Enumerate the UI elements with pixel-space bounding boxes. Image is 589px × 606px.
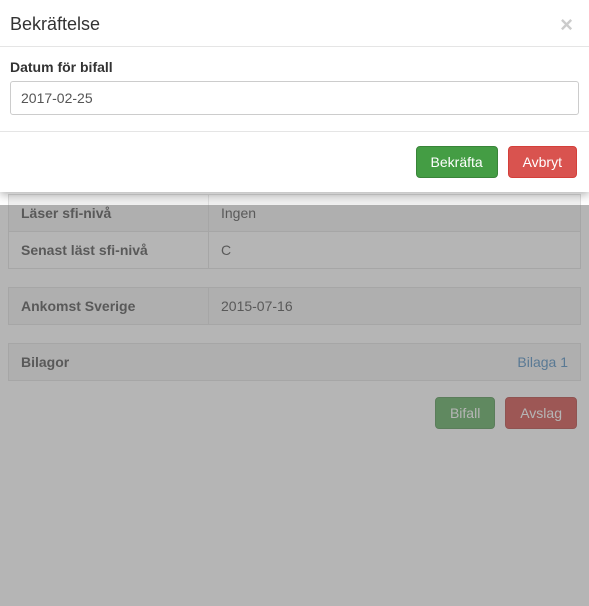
close-icon[interactable]: × xyxy=(560,14,573,36)
modal-footer: Bekräfta Avbryt xyxy=(0,131,589,192)
modal-header: Bekräftelse × xyxy=(0,0,589,47)
modal-title: Bekräftelse xyxy=(10,14,100,35)
date-field-label: Datum för bifall xyxy=(10,59,579,75)
cancel-button[interactable]: Avbryt xyxy=(508,146,577,178)
confirmation-modal: Bekräftelse × Datum för bifall Bekräfta … xyxy=(0,0,589,192)
modal-backdrop xyxy=(0,205,589,606)
approval-date-input[interactable] xyxy=(10,81,579,115)
confirm-button[interactable]: Bekräfta xyxy=(416,146,498,178)
modal-body: Datum för bifall xyxy=(0,47,589,131)
